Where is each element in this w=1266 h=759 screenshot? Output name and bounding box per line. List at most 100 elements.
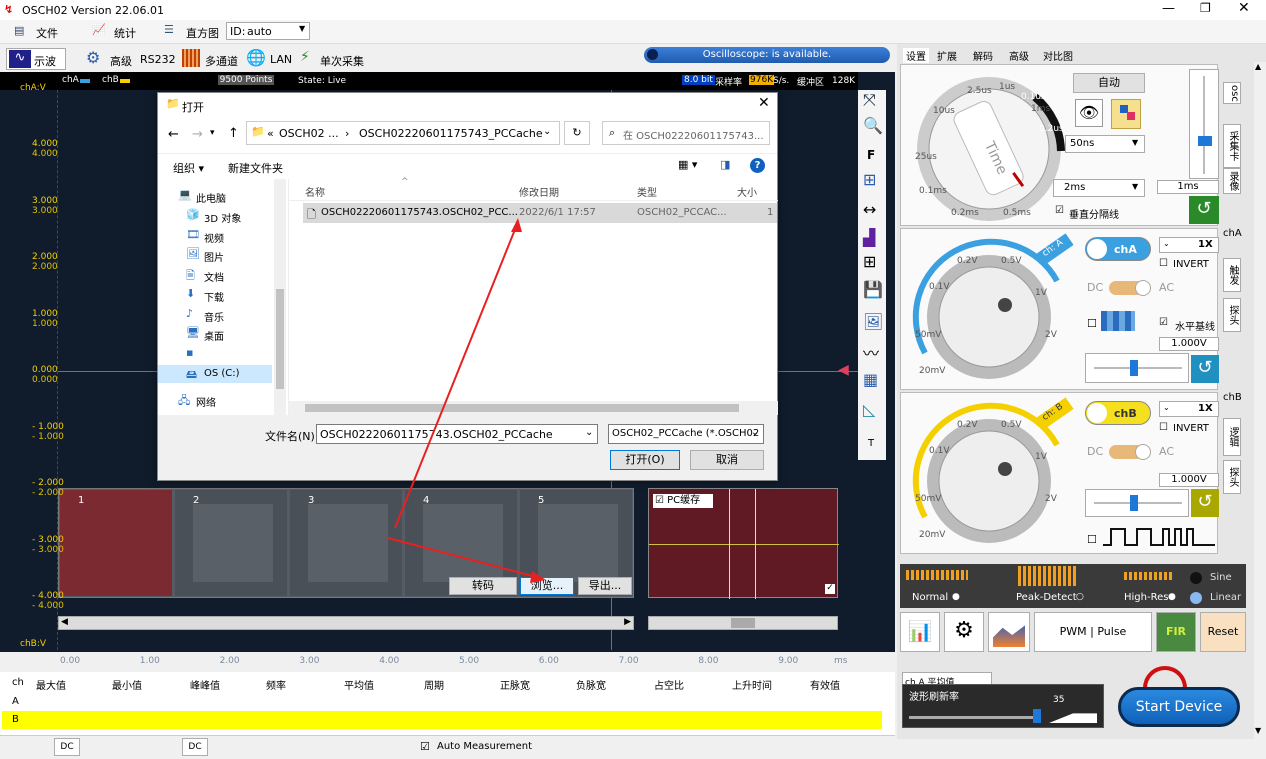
chb-toggle[interactable]: chB — [1085, 401, 1151, 425]
auto-button[interactable]: 自动 — [1073, 73, 1145, 93]
h-measure-icon[interactable]: ↔ — [863, 200, 876, 219]
cache-scrollbar[interactable] — [648, 616, 838, 630]
tab-1[interactable]: 扩展 — [937, 48, 957, 63]
scope-button[interactable]: ∿ 示波器 — [6, 48, 66, 84]
side-tab-0[interactable]: 采集卡 — [1223, 124, 1241, 168]
column-header[interactable]: 名称 — [305, 184, 325, 199]
browse-button[interactable]: 浏览... — [520, 577, 574, 595]
export-button[interactable]: 导出... — [578, 577, 632, 595]
chb-invert-checkbox[interactable]: ☐ — [1159, 422, 1168, 433]
open-button[interactable]: 打开(O) — [610, 450, 680, 470]
tab-3[interactable]: 高级 — [1009, 48, 1029, 63]
cache-scroll-thumb[interactable] — [731, 618, 755, 628]
fft-view-icon[interactable] — [1111, 99, 1141, 129]
grid-measure-icon[interactable]: ⊞ — [863, 170, 876, 189]
mode-high-res[interactable]: High-Res — [1124, 592, 1168, 603]
radio-linear-icon[interactable] — [1190, 592, 1202, 604]
cha-coupling-switch[interactable] — [1109, 280, 1151, 296]
thumbnail-scrollbar[interactable]: ◀ ▶ — [58, 616, 634, 630]
file-list-hscroll[interactable] — [289, 401, 778, 415]
file-type-select[interactable]: OSCH02_PCCache (*.OSCH02 ⌄ — [608, 424, 764, 444]
recent-chevron-icon[interactable]: ▾ — [210, 128, 215, 138]
cha-toggle[interactable]: chA — [1085, 237, 1151, 261]
dialog-close-icon[interactable]: ✕ — [758, 95, 770, 111]
reset-button[interactable]: Reset — [1200, 612, 1246, 652]
trigger-marker-icon[interactable]: ◀ — [838, 362, 849, 378]
side-tab-5[interactable]: chB — [1223, 392, 1242, 412]
font-icon[interactable]: F — [867, 148, 875, 162]
tab-osc[interactable]: osc — [1223, 82, 1241, 104]
filename-input[interactable]: OSCH02220601175743.OSCH02_PCCache ⌄ — [316, 424, 598, 444]
minimize-icon[interactable]: — — [1162, 1, 1175, 16]
waveform-icon[interactable]: 〰 — [863, 340, 879, 364]
back-icon[interactable]: ← — [168, 127, 179, 142]
preview-pane-icon[interactable]: ◨ — [720, 158, 730, 171]
cha-invert-checkbox[interactable]: ☐ — [1159, 258, 1168, 269]
spectrum-view-icon[interactable] — [988, 612, 1030, 652]
tree-scrollbar[interactable] — [274, 179, 286, 415]
tree-item-5[interactable]: ⬇ 下载 — [158, 286, 272, 304]
timebase-slider[interactable] — [1189, 69, 1219, 179]
tree-item-8[interactable]: ▪ — [158, 345, 272, 363]
view-options-icon[interactable]: ▦ ▾ — [678, 158, 697, 171]
table-icon[interactable]: ▦ — [863, 370, 878, 389]
cha-reset-icon[interactable]: ↺ — [1191, 355, 1219, 383]
filename-chevron-icon[interactable]: ⌄ — [585, 427, 593, 438]
side-tab-3[interactable]: 触发 — [1223, 258, 1241, 292]
tab-4[interactable]: 对比图 — [1043, 48, 1073, 63]
tree-item-4[interactable]: 🗎 文档 — [158, 266, 272, 284]
single-capture-button[interactable]: 单次采集 — [320, 53, 364, 69]
chb-offset-slider[interactable] — [1085, 489, 1189, 517]
search-box[interactable]: ⌕ 在 OSCH02220601175743... — [602, 121, 770, 145]
side-tab-2[interactable]: chA — [1223, 228, 1242, 248]
multichannel-button[interactable]: 多通道 — [205, 53, 238, 69]
thumbnail-strip[interactable]: 12345 转码 浏览... 导出... — [58, 488, 634, 598]
column-header[interactable]: 修改日期 — [519, 184, 559, 199]
vertical-grid-checkbox[interactable]: ☑ — [1055, 205, 1064, 216]
scroll-up-icon[interactable]: ▲ — [1255, 62, 1261, 71]
baseline-checkbox[interactable]: ☑ — [1159, 317, 1168, 328]
side-tab-7[interactable]: 探头 — [1223, 460, 1241, 494]
path-root[interactable]: OSCH02 ... — [279, 127, 339, 140]
new-folder-button[interactable]: 新建文件夹 — [228, 160, 283, 176]
tree-item-3[interactable]: 🖼 图片 — [158, 246, 272, 264]
help-icon[interactable]: ? — [750, 158, 765, 173]
gear-icon[interactable]: ⚙ — [86, 48, 100, 67]
timebase-select[interactable]: 50ns ▼ — [1065, 135, 1145, 153]
triangle-ruler-icon[interactable]: ◺ — [863, 400, 875, 419]
side-tab-1[interactable]: 录像 — [1223, 168, 1241, 194]
menu-stats[interactable]: 统计 — [114, 25, 136, 41]
record-length-select[interactable]: 2ms ▼ — [1053, 179, 1145, 197]
side-tab-6[interactable]: 逻辑 — [1223, 418, 1241, 456]
lan-button[interactable]: LAN — [270, 53, 292, 66]
thumbnail-1[interactable]: 1 — [60, 490, 172, 596]
tree-item-2[interactable]: 🎞 视频 — [158, 227, 272, 245]
zoom-icon[interactable]: 🔍 — [863, 116, 883, 135]
forward-icon[interactable]: → — [192, 127, 203, 142]
fir-button[interactable]: FIR — [1156, 612, 1196, 652]
fit-screen-icon[interactable]: ⤧ — [863, 90, 876, 110]
rs232-button[interactable]: RS232 — [140, 53, 176, 66]
mode-sine[interactable]: Sine — [1210, 572, 1232, 583]
radio-on-icon[interactable]: ● — [1168, 592, 1176, 602]
timebase-knob[interactable]: Time 2.5us 1us10us25us0.1ms0.2ms 0.5ms1ms0… — [905, 69, 1073, 225]
maximize-icon[interactable]: ❐ — [1200, 1, 1211, 15]
pwm-pulse-button[interactable]: PWM | Pulse — [1034, 612, 1152, 652]
cha-dc-indicator[interactable]: DC — [54, 738, 80, 756]
tree-item-10[interactable]: 🖧 网络 — [158, 391, 272, 409]
chb-dc-indicator[interactable]: DC — [182, 738, 208, 756]
side-tab-4[interactable]: 探头 — [1223, 298, 1241, 332]
start-device-button[interactable]: Start Device — [1118, 687, 1240, 727]
cha-multiplier-select[interactable]: ⌄ 1X — [1159, 237, 1219, 253]
address-chevron-icon[interactable]: ⌄ — [543, 126, 551, 137]
panel-scrollbar[interactable]: ▲ ▼ — [1254, 62, 1266, 742]
settings-gear-icon[interactable]: ⚙ — [944, 612, 984, 652]
cache-check-icon[interactable]: ✓ — [825, 584, 835, 594]
advanced-button[interactable]: 高级 — [110, 53, 132, 69]
thumbnail-2[interactable]: 2 — [175, 490, 287, 596]
tree-item-0[interactable]: 💻 此电脑 — [158, 187, 272, 205]
cancel-button[interactable]: 取消 — [690, 450, 764, 470]
pc-cache-checkbox[interactable]: ☑ PC缓存 — [653, 494, 713, 508]
cha-offset-slider[interactable] — [1085, 353, 1189, 383]
timebase-reset-icon[interactable]: ↺ — [1189, 196, 1219, 224]
